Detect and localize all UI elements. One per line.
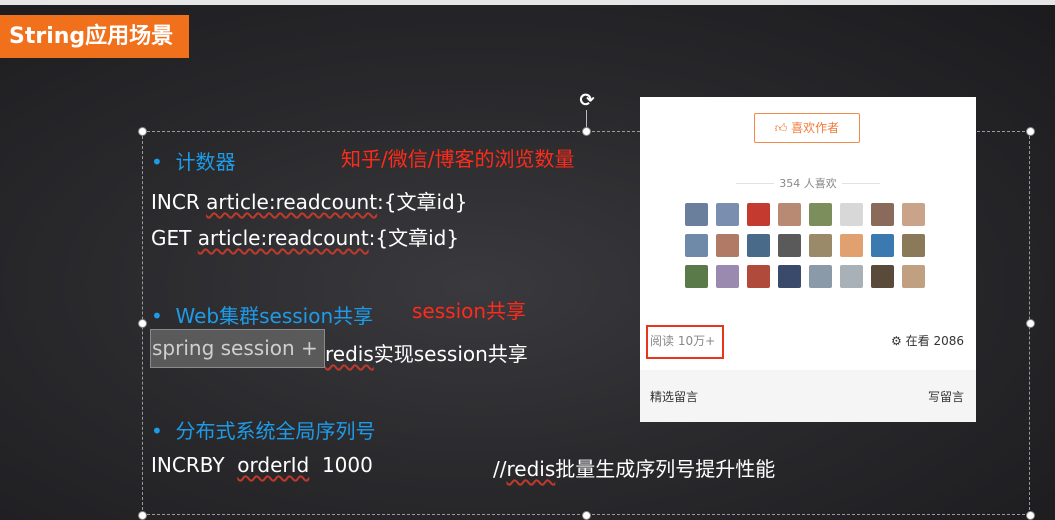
avatar[interactable] <box>871 234 894 257</box>
redis-word: redis <box>325 342 374 366</box>
web-session-heading: • Web集群session共享 <box>151 304 374 328</box>
avatar[interactable] <box>809 265 832 288</box>
resize-handle-mr[interactable] <box>1026 319 1035 328</box>
incr-key: article:readcount <box>206 190 378 214</box>
incr-command-line: INCR article:readcount:{文章id} <box>151 190 468 214</box>
selected-comments-label: 精选留言 <box>650 390 699 404</box>
avatar[interactable] <box>685 234 708 257</box>
avatar[interactable] <box>778 265 801 288</box>
slide-title: String应用场景 <box>0 15 189 58</box>
avatar[interactable] <box>840 265 863 288</box>
resize-handle-bm[interactable] <box>582 511 591 520</box>
avatar[interactable] <box>902 265 925 288</box>
avatar[interactable] <box>902 234 925 257</box>
avatar[interactable] <box>840 203 863 226</box>
avatar[interactable] <box>716 234 739 257</box>
avatar[interactable] <box>840 234 863 257</box>
avatar[interactable] <box>871 265 894 288</box>
read-row: 阅读 10万+ ⚙︎ 在看 2086 <box>640 315 976 370</box>
resize-handle-tr[interactable] <box>1026 127 1035 136</box>
bullet: • <box>151 419 176 443</box>
avatar[interactable] <box>778 203 801 226</box>
avatar[interactable] <box>747 234 770 257</box>
resize-handle-tm[interactable] <box>582 127 591 136</box>
avatar[interactable] <box>809 203 832 226</box>
resize-handle-br[interactable] <box>1026 511 1035 520</box>
avatar[interactable] <box>902 203 925 226</box>
article-card-screenshot: 👍︎ 喜欢作者 354 人喜欢 阅读 10万+ ⚙︎ 在看 2086 精选留言 … <box>640 97 976 422</box>
counter-heading: • 计数器 <box>151 150 236 174</box>
watching-count: ⚙︎ 在看 2086 <box>891 334 964 348</box>
write-comment-link[interactable]: 写留言 <box>928 388 964 405</box>
redis-session-line: redis实现session共享 <box>325 342 528 366</box>
resize-handle-ml[interactable] <box>138 319 147 328</box>
incrby-command-line: INCRBY orderId 1000 <box>151 453 373 477</box>
thumbs-up-icon: 👍︎ <box>774 121 788 135</box>
avatar[interactable] <box>685 265 708 288</box>
read-count: 阅读 10万+ <box>650 334 716 348</box>
rotate-icon[interactable]: ⟳ <box>577 91 597 111</box>
avatar[interactable] <box>778 234 801 257</box>
get-key: article:readcount <box>197 226 369 250</box>
avatar[interactable] <box>747 265 770 288</box>
bullet: • <box>151 150 176 174</box>
likes-count: 354 人喜欢 <box>779 177 837 190</box>
avatar[interactable] <box>871 203 894 226</box>
bullet: • <box>151 304 176 328</box>
avatar[interactable] <box>747 203 770 226</box>
top-bar <box>0 0 1055 5</box>
incrby-key: orderId <box>237 453 310 477</box>
resize-handle-bl[interactable] <box>138 511 147 520</box>
incrby-comment: //redis批量生成序列号提升性能 <box>493 457 776 481</box>
spring-session-selected-text[interactable]: spring session + <box>150 329 325 368</box>
resize-handle-tl[interactable] <box>138 127 147 136</box>
get-command-line: GET article:readcount:{文章id} <box>151 226 460 250</box>
comment-footer: 精选留言 写留言 <box>640 370 976 422</box>
avatar[interactable] <box>716 265 739 288</box>
counter-note: 知乎/微信/博客的浏览数量 <box>341 147 575 171</box>
avatar[interactable] <box>685 203 708 226</box>
avatar[interactable] <box>716 203 739 226</box>
watching-icon: ⚙︎ <box>891 334 902 348</box>
avatar[interactable] <box>809 234 832 257</box>
like-author-button[interactable]: 👍︎ 喜欢作者 <box>754 113 860 143</box>
distributed-heading: • 分布式系统全局序列号 <box>151 419 376 443</box>
divider-right <box>842 183 880 184</box>
web-session-note: session共享 <box>412 299 527 323</box>
